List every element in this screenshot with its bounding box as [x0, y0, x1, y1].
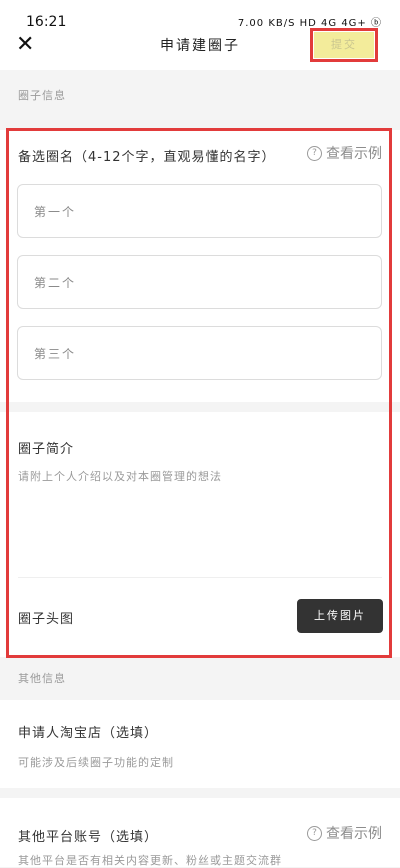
status-time: 16:21 [26, 14, 67, 30]
view-example-link[interactable]: ? 查看示例 [307, 143, 382, 163]
help-icon: ? [307, 145, 322, 161]
section-label-other-info: 其他信息 [18, 672, 66, 685]
name-title: 备选圈名（4-12个字，直观易懂的名字） [18, 150, 276, 165]
platform-view-example-label: 查看示例 [326, 826, 382, 842]
platform-title: 其他平台账号（选填） [18, 830, 159, 845]
submit-button[interactable]: 提交 [310, 28, 378, 62]
submit-button-label: 提交 [314, 32, 374, 58]
shop-desc: 可能涉及后续圈子功能的定制 [18, 756, 174, 769]
shop-card[interactable]: 申请人淘宝店（选填） 可能涉及后续圈子功能的定制 [0, 700, 400, 788]
name-input-3[interactable]: 第三个 [17, 326, 382, 380]
nav-bar: ✕ 申请建圈子 提交 [0, 28, 400, 70]
section-label-circle-info: 圈子信息 [18, 89, 66, 102]
intro-textarea[interactable]: 请附上个人介绍以及对本圈管理的想法 [18, 468, 222, 484]
view-example-label: 查看示例 [326, 146, 382, 162]
name-input-1[interactable]: 第一个 [17, 184, 382, 238]
name-input-2[interactable]: 第二个 [17, 255, 382, 309]
platform-card[interactable]: 其他平台账号（选填） ? 查看示例 其他平台是否有相关内容更新、粉丝或主题交流群 [0, 798, 400, 867]
shop-title: 申请人淘宝店（选填） [18, 726, 159, 741]
upload-image-button[interactable]: 上传图片 [297, 599, 383, 633]
intro-card: 圈子简介 请附上个人介绍以及对本圈管理的想法 圈子头图 上传图片 [0, 412, 400, 657]
status-indicators: 7.00 KB/S HD 4G 4G+ ⓑ [237, 18, 382, 29]
avatar-title: 圈子头图 [18, 612, 75, 627]
help-icon: ? [307, 825, 322, 841]
intro-title: 圈子简介 [18, 442, 75, 457]
platform-view-example-link[interactable]: ? 查看示例 [307, 823, 382, 843]
platform-desc: 其他平台是否有相关内容更新、粉丝或主题交流群 [18, 854, 282, 867]
names-card: 备选圈名（4-12个字，直观易懂的名字） ? 查看示例 第一个 第二个 第三个 [0, 130, 400, 402]
divider [18, 577, 382, 578]
